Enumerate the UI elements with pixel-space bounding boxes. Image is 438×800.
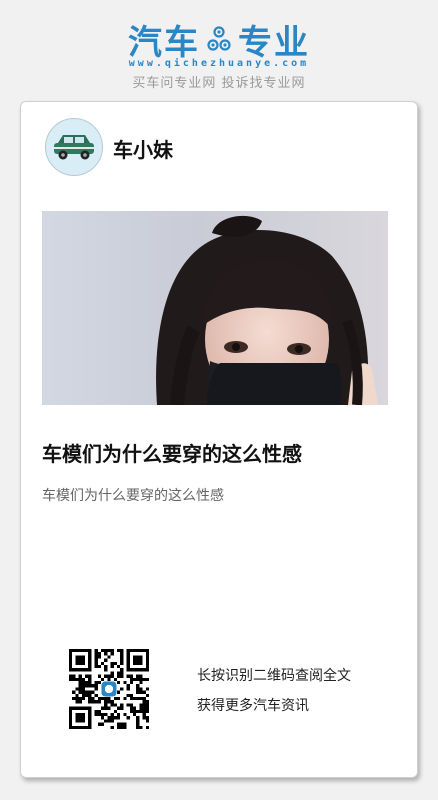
brand-slogan: 买车问专业网 投诉找专业网 [132,76,306,91]
brand-header: 汽车 专业 www.qichezhuanye.com 买车问专业网 投诉找专业网 [0,0,438,100]
article-title[interactable]: 车模们为什么要穿的这么性感 [42,438,302,467]
article-cover-image[interactable] [42,211,388,405]
brand-name-right: 专业 [238,22,310,63]
brand-logo: 汽车 专业 [0,18,438,63]
qr-hint-line1: 长按识别二维码查阅全文 [197,668,351,684]
article-summary: 车模们为什么要穿的这么性感 [42,488,224,504]
article-card: 车小妹 车模们为什么要穿的这么性感 车模们为什么要穿的这么性感 长按识别二维码查… [20,101,418,778]
qr-code-icon[interactable] [69,649,149,729]
brand-url: www.qichezhuanye.com [128,58,310,69]
author-name: 车小妹 [113,138,173,162]
car-icon [54,135,94,160]
brand-name-left: 汽车 [128,22,200,63]
qr-hint-line2: 获得更多汽车资讯 [197,698,309,714]
avatar [45,118,103,176]
gear-icon [206,24,232,54]
